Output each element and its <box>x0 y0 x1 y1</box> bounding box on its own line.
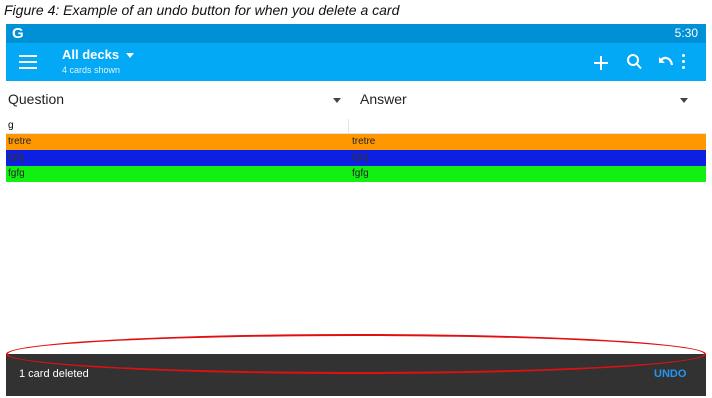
question-cell: g <box>8 120 14 131</box>
card-row[interactable]: tretre tretre <box>6 134 706 150</box>
snackbar-message: 1 card deleted <box>19 368 89 380</box>
question-column-label: Question <box>8 91 65 107</box>
status-bar: G 5:30 <box>6 24 706 43</box>
cards-shown-count: 4 cards shown <box>62 65 121 75</box>
more-vert-icon[interactable] <box>681 54 687 72</box>
question-cell: fgfg <box>8 152 25 163</box>
dropdown-arrow-icon[interactable] <box>333 98 341 103</box>
search-icon[interactable] <box>626 53 642 71</box>
chevron-down-icon[interactable] <box>126 53 134 58</box>
card-row[interactable]: fgfg fgfg <box>6 150 706 166</box>
red-highlight-ellipse <box>6 334 706 374</box>
question-cell: fgfg <box>8 168 25 179</box>
answer-cell: fgfg <box>352 168 369 179</box>
answer-cell: fgfg <box>352 152 369 163</box>
undo-icon[interactable] <box>656 53 674 69</box>
menu-icon[interactable] <box>19 55 37 69</box>
add-icon[interactable] <box>594 56 608 70</box>
card-row[interactable]: fgfg fgfg <box>6 166 706 182</box>
question-column-header[interactable]: Question <box>6 81 346 119</box>
answer-column-header[interactable]: Answer <box>352 81 706 119</box>
deck-selector[interactable]: All decks <box>62 47 119 62</box>
question-cell: tretre <box>8 136 32 147</box>
app-toolbar: All decks 4 cards shown <box>6 43 706 81</box>
status-time: 5:30 <box>674 26 698 40</box>
figure-caption: Figure 4: Example of an undo button for … <box>4 2 400 18</box>
card-row[interactable]: g <box>6 119 706 134</box>
undo-button[interactable]: UNDO <box>654 368 686 380</box>
answer-cell: tretre <box>352 136 376 147</box>
column-divider <box>348 119 349 133</box>
answer-column-label: Answer <box>360 91 407 107</box>
dropdown-arrow-icon[interactable] <box>680 98 688 103</box>
google-icon: G <box>12 25 24 42</box>
